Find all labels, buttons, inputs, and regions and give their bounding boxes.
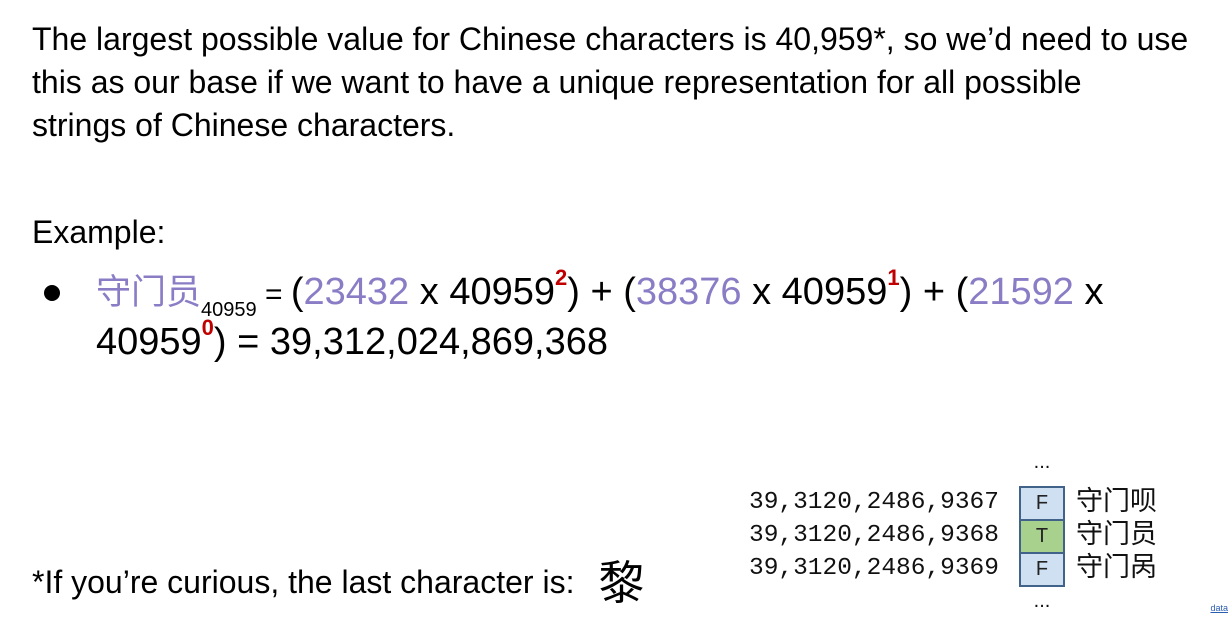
data-link[interactable]: data	[1210, 603, 1228, 613]
equals-sign: =	[264, 278, 283, 311]
char-code: 21592	[968, 271, 1074, 313]
exponent: 2	[554, 265, 568, 290]
example-word: 守门员	[96, 273, 202, 312]
intro-line: The largest possible value for Chinese c…	[32, 21, 1189, 57]
open-paren: (	[623, 271, 636, 313]
char-code: 23432	[303, 271, 410, 313]
close-paren: )	[567, 271, 580, 313]
lookup-row: 39,3120,2486,9369 F 守门呙	[749, 552, 1169, 587]
ellipsis-bottom: ...	[1033, 590, 1051, 612]
footnote: *If you’re curious, the last character i…	[32, 552, 644, 608]
slide: The largest possible value for Chinese c…	[0, 0, 1231, 617]
intro-line: strings of Chinese characters.	[32, 107, 456, 143]
lookup-row: 39,3120,2486,9367 F 守门呗	[749, 486, 1169, 521]
close-paren: )	[899, 271, 913, 313]
equals-sign: =	[237, 321, 260, 363]
base-value: 40959	[449, 271, 555, 313]
times-sign: x	[419, 271, 439, 313]
close-paren: )	[213, 321, 227, 363]
example-heading: Example:	[32, 214, 166, 250]
footnote-text: *If you’re curious, the last character i…	[32, 564, 575, 600]
exponent: 1	[887, 265, 900, 290]
equals-group: =	[257, 278, 291, 311]
lookup-table: 39,3120,2486,9367 F 守门呗 39,3120,2486,936…	[749, 486, 1169, 587]
encoded-value: 39,3120,2486,9368	[749, 522, 999, 549]
decoded-word: 守门呗	[1076, 486, 1157, 516]
equation-line-1: 守门员40959 = (23432 x 409592) + (38376 x 4…	[96, 265, 1104, 321]
decoded-word: 守门员	[1076, 519, 1157, 549]
open-paren: (	[955, 271, 969, 313]
plus-sign: +	[922, 271, 946, 313]
base-value: 40959	[96, 321, 202, 363]
intro-line: this as our base if we want to have a un…	[32, 64, 1082, 100]
last-character: 黎	[598, 557, 645, 609]
result-value: 39,312,024,869,368	[269, 321, 609, 363]
times-sign: x	[1084, 271, 1104, 313]
times-sign: x	[752, 271, 772, 313]
decoded-word: 守门呙	[1076, 552, 1157, 582]
equation-line-2: 409590) = 39,312,024,869,368	[96, 315, 1103, 367]
base-value: 40959	[781, 271, 888, 313]
example-equation: 守门员40959 = (23432 x 409592) + (38376 x 4…	[96, 265, 1104, 367]
open-paren: (	[290, 271, 304, 313]
intro-paragraph: The largest possible value for Chinese c…	[32, 18, 1188, 147]
membership-flag-cell: F	[1019, 552, 1065, 587]
bullet-dot	[44, 285, 60, 301]
lookup-row: 39,3120,2486,9368 T 守门员	[749, 519, 1169, 554]
encoded-value: 39,3120,2486,9367	[749, 489, 999, 516]
exponent: 0	[201, 315, 214, 340]
ellipsis-top: ...	[1033, 451, 1051, 473]
plus-sign: +	[590, 271, 613, 313]
encoded-value: 39,3120,2486,9369	[749, 555, 999, 582]
char-code: 38376	[635, 271, 742, 313]
membership-flag-cell: T	[1019, 519, 1065, 554]
membership-flag-cell: F	[1019, 486, 1065, 521]
